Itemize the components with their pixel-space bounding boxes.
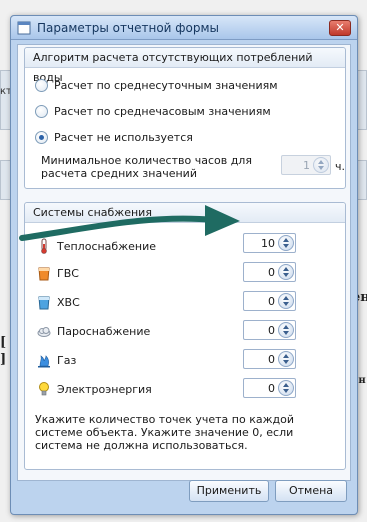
cold-water-points-stepper[interactable]: 0: [243, 291, 296, 311]
radio-button-checked[interactable]: [35, 130, 48, 144]
lightbulb-icon: [39, 382, 49, 396]
spin-arrows-icon: [313, 157, 329, 173]
radio-label: Расчет по среднесуточным значениям: [54, 78, 278, 92]
spin-arrows-icon[interactable]: [278, 380, 294, 396]
close-button[interactable]: ✕: [329, 20, 351, 36]
algorithm-group: Алгоритм расчета отсутствующих потреблен…: [24, 47, 346, 189]
cold-water-icon: [38, 296, 50, 310]
system-row-cold-water: ХВС: [37, 293, 80, 311]
background-text: [: [0, 335, 7, 350]
radio-button[interactable]: [35, 78, 48, 92]
background-text: ]: [0, 352, 7, 367]
hot-water-points-value[interactable]: 0: [268, 266, 275, 279]
systems-hint: Укажите количество точек учета по каждой…: [35, 413, 294, 452]
cold-water-points-value[interactable]: 0: [268, 295, 275, 308]
spin-arrows-icon[interactable]: [278, 235, 294, 251]
min-hours-label: Минимальное количество часов для расчета…: [41, 154, 252, 180]
steam-points-stepper[interactable]: 0: [243, 320, 296, 340]
system-label: ХВС: [57, 295, 80, 309]
system-label: Электроэнергия: [57, 382, 152, 396]
dialog-title: Параметры отчетной формы: [37, 21, 220, 35]
system-row-electricity: Электроэнергия: [37, 380, 152, 398]
radio-daily-average[interactable]: Расчет по среднесуточным значениям: [35, 77, 278, 93]
spin-arrows-icon[interactable]: [278, 293, 294, 309]
hot-water-icon: [38, 267, 50, 281]
system-label: Газ: [57, 353, 77, 367]
report-settings-dialog: Параметры отчетной формы ✕ Алгоритм расч…: [10, 15, 358, 515]
spin-arrows-icon[interactable]: [278, 351, 294, 367]
min-hours-value: 1: [303, 159, 310, 172]
electricity-points-stepper[interactable]: 0: [243, 378, 296, 398]
radio-label: Расчет не используется: [54, 130, 193, 144]
heating-points-stepper[interactable]: 10: [243, 233, 296, 253]
supply-systems-header: Системы снабжения: [25, 203, 345, 223]
system-label: Теплоснабжение: [57, 239, 156, 253]
system-label: ГВС: [57, 266, 79, 280]
cancel-button[interactable]: Отмена: [275, 480, 347, 502]
supply-systems-group: Системы снабжения Теплоснабжение 10 ГВС …: [24, 202, 346, 470]
radio-button[interactable]: [35, 104, 48, 118]
spin-arrows-icon[interactable]: [278, 322, 294, 338]
algorithm-group-header: Алгоритм расчета отсутствующих потреблен…: [25, 48, 345, 84]
min-hours-unit: ч.: [335, 160, 345, 173]
gas-points-stepper[interactable]: 0: [243, 349, 296, 369]
min-hours-stepper: 1: [281, 155, 331, 175]
system-row-gas: Газ: [37, 351, 76, 369]
hot-water-points-stepper[interactable]: 0: [243, 262, 296, 282]
gas-points-value[interactable]: 0: [268, 353, 275, 366]
apply-button[interactable]: Применить: [189, 480, 269, 502]
spin-arrows-icon[interactable]: [278, 264, 294, 280]
system-row-steam: Пароснабжение: [37, 322, 150, 340]
electricity-points-value[interactable]: 0: [268, 382, 275, 395]
thermometer-icon: [41, 238, 47, 254]
form-icon: [17, 21, 31, 35]
radio-hourly-average[interactable]: Расчет по среднечасовым значениям: [35, 103, 271, 119]
radio-label: Расчет по среднечасовым значениям: [54, 104, 271, 118]
radio-not-used[interactable]: Расчет не используется: [35, 129, 193, 145]
dialog-titlebar[interactable]: Параметры отчетной формы ✕: [11, 16, 357, 40]
system-row-hot-water: ГВС: [37, 264, 79, 282]
gas-flame-icon: [38, 355, 50, 368]
heating-points-value[interactable]: 10: [261, 237, 275, 250]
system-label: Пароснабжение: [57, 324, 151, 338]
system-row-heating: Теплоснабжение: [37, 237, 156, 255]
dialog-content: Алгоритм расчета отсутствующих потреблен…: [17, 44, 351, 481]
steam-points-value[interactable]: 0: [268, 324, 275, 337]
steam-cloud-icon: [37, 327, 51, 337]
